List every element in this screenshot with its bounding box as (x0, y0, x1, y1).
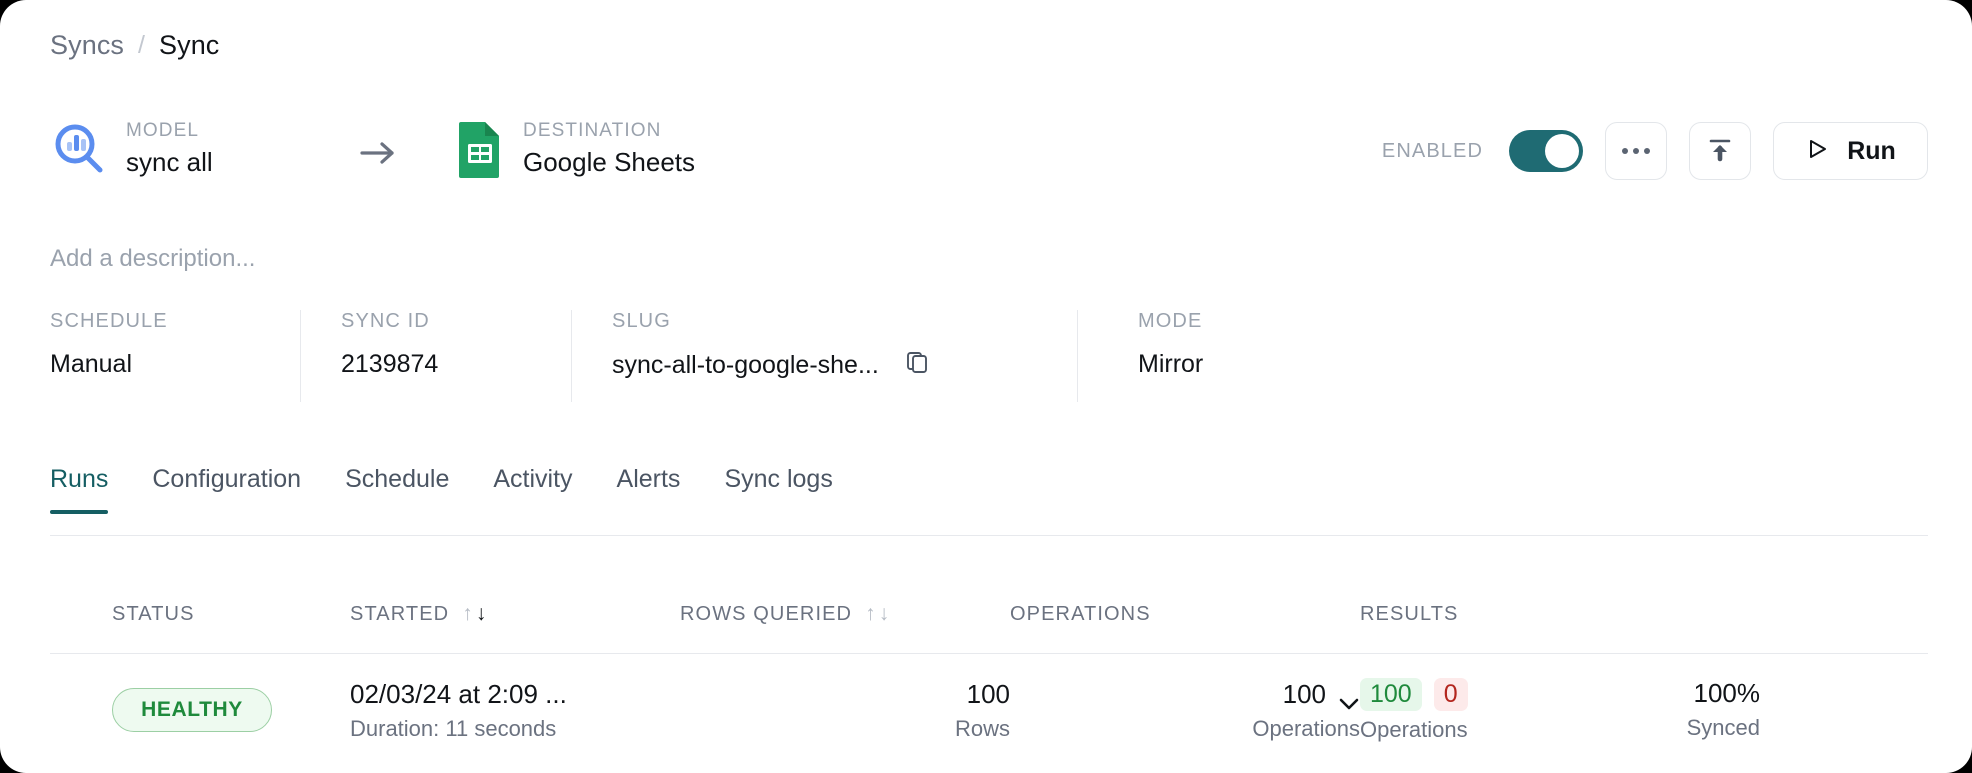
run-synced-label: Synced (1686, 714, 1760, 740)
sync-detail-page: Syncs / Sync MODEL sync all DESTINATION … (0, 0, 1972, 773)
table-row[interactable]: HEALTHY 02/03/24 at 2:09 ... Duration: 1… (50, 653, 1928, 753)
meta-mode-value: Mirror (1138, 350, 1204, 378)
tab-configuration[interactable]: Configuration (130, 465, 323, 514)
meta-sync-id-label: SYNC ID (341, 310, 430, 332)
sort-arrows-rows-queried[interactable]: ↑ ↓ (865, 602, 890, 626)
destination-label: DESTINATION (523, 120, 662, 141)
column-header-started-label: STARTED (350, 602, 450, 625)
sync-header: MODEL sync all DESTINATION Google Sheets… (50, 120, 1928, 192)
sort-desc-icon[interactable]: ↓ (476, 602, 488, 626)
model-endpoint[interactable]: MODEL sync all (50, 120, 213, 178)
run-rows-label: Rows (954, 715, 1010, 741)
meta-sync-id-value: 2139874 (341, 350, 439, 378)
meta-slug-value-row: sync-all-to-google-she... (612, 350, 1037, 381)
run-rows-queried-cell: 100 Rows (680, 679, 1010, 742)
sort-desc-icon[interactable]: ↓ (879, 602, 891, 626)
enabled-label: ENABLED (1381, 139, 1483, 162)
meta-sync-id: SYNC ID 2139874 (301, 310, 572, 402)
copy-icon[interactable] (905, 350, 929, 381)
results-error-chip: 0 (1433, 677, 1468, 711)
sort-asc-icon[interactable]: ↑ (865, 602, 877, 626)
breadcrumb: Syncs / Sync (50, 30, 219, 61)
tab-alerts[interactable]: Alerts (595, 465, 703, 514)
enabled-toggle[interactable] (1509, 130, 1583, 172)
breadcrumb-syncs-link[interactable]: Syncs (50, 30, 124, 61)
tab-activity[interactable]: Activity (471, 465, 594, 514)
run-started-time: 02/03/24 at 2:09 ... (350, 678, 567, 709)
run-synced-percent: 100% (1693, 677, 1761, 708)
header-controls: ENABLED Run (1382, 122, 1928, 180)
upload-arrow-icon (1707, 136, 1733, 167)
column-header-rows-queried-label: ROWS QUERIED (680, 602, 853, 625)
destination-endpoint[interactable]: DESTINATION Google Sheets (455, 120, 695, 178)
column-header-operations: OPERATIONS (1010, 602, 1151, 625)
run-duration: Duration: 11 seconds (350, 715, 557, 741)
ellipsis-icon (1622, 148, 1650, 154)
results-success-chip: 100 (1360, 677, 1422, 711)
arrow-right-icon (358, 138, 400, 168)
column-header-started[interactable]: STARTED ↑ ↓ (350, 602, 680, 626)
table-header-divider (50, 653, 1928, 654)
model-label: MODEL (126, 120, 200, 141)
meta-schedule: SCHEDULE Manual (50, 310, 301, 402)
status-badge: HEALTHY (112, 688, 272, 732)
sync-meta-row: SCHEDULE Manual SYNC ID 2139874 SLUG syn… (50, 310, 1243, 402)
column-header-results: RESULTS (1360, 602, 1459, 625)
meta-mode-label: MODE (1138, 310, 1203, 332)
tab-underline-divider (50, 535, 1928, 536)
run-synced-group: 100% Synced (1687, 678, 1760, 741)
run-status-cell: HEALTHY (50, 688, 350, 732)
run-operations-value: 100 (1282, 678, 1326, 709)
meta-slug-value: sync-all-to-google-she... (612, 351, 879, 379)
run-operations-label: Operations (1252, 715, 1360, 741)
meta-schedule-label: SCHEDULE (50, 310, 168, 332)
run-rows-value: 100 (966, 678, 1010, 709)
destination-value: Google Sheets (523, 147, 696, 177)
run-started-cell: 02/03/24 at 2:09 ... Duration: 11 second… (350, 679, 680, 742)
run-operations-value-row[interactable]: 100 (1283, 679, 1360, 710)
google-sheets-icon (455, 120, 505, 178)
tab-runs[interactable]: Runs (50, 465, 130, 514)
breadcrumb-current: Sync (158, 30, 220, 60)
run-results-label: Operations (1360, 716, 1468, 742)
run-button-label: Run (1847, 136, 1896, 165)
description-input[interactable]: Add a description... (50, 245, 255, 273)
sort-arrows-started[interactable]: ↑ ↓ (462, 602, 487, 626)
meta-schedule-value: Manual (50, 350, 132, 378)
runs-table: STATUS STARTED ↑ ↓ ROWS QUERIED ↑ ↓ OPER… (50, 575, 1928, 753)
breadcrumb-separator: / (138, 31, 145, 59)
chevron-down-icon[interactable] (1338, 687, 1360, 710)
tab-sync-logs[interactable]: Sync logs (702, 465, 854, 514)
run-results-chips: 100 0 (1360, 677, 1468, 711)
run-results-operations-group: 100 0 Operations (1360, 677, 1468, 743)
run-button[interactable]: Run (1773, 122, 1928, 180)
play-triangle-icon (1805, 137, 1829, 166)
model-search-icon (50, 120, 108, 178)
sort-asc-icon[interactable]: ↑ (462, 602, 474, 626)
model-value: sync all (126, 147, 213, 177)
run-results-cell: 100 0 Operations 100% Synced (1360, 677, 1760, 743)
push-export-button[interactable] (1689, 122, 1751, 180)
meta-slug-label: SLUG (612, 310, 671, 332)
toggle-knob (1545, 134, 1579, 168)
column-header-status: STATUS (112, 602, 195, 625)
meta-slug: SLUG sync-all-to-google-she... (572, 310, 1078, 402)
meta-mode: MODE Mirror (1078, 310, 1243, 402)
tab-schedule[interactable]: Schedule (323, 465, 471, 514)
tab-bar: Runs Configuration Schedule Activity Ale… (50, 465, 855, 514)
more-options-button[interactable] (1605, 122, 1667, 180)
run-operations-cell: 100 Operations (1010, 679, 1360, 742)
column-header-rows-queried[interactable]: ROWS QUERIED ↑ ↓ (680, 602, 1010, 626)
runs-table-header: STATUS STARTED ↑ ↓ ROWS QUERIED ↑ ↓ OPER… (50, 575, 1928, 654)
